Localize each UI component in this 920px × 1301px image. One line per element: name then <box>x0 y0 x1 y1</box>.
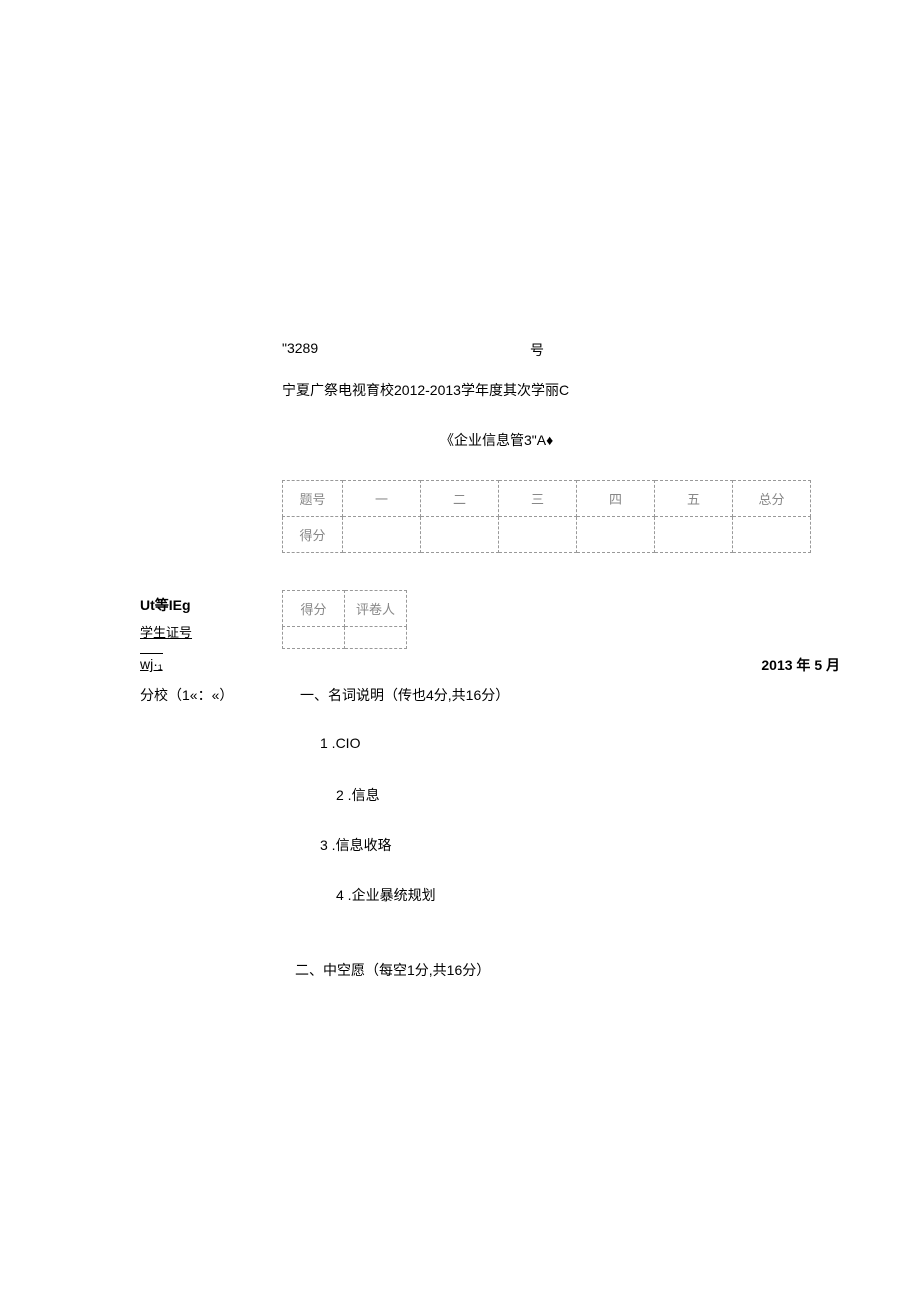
cell <box>283 627 345 649</box>
col-header: 总分 <box>733 481 811 517</box>
list-item: 4 .企业暴统规划 <box>336 885 436 905</box>
table-row <box>283 627 407 649</box>
sidebar-label: Ut等IEg <box>140 595 191 615</box>
exam-number: "3289 <box>282 340 318 356</box>
sidebar-label: wj·₁ <box>140 653 163 672</box>
list-item: 1 .CIO <box>320 735 360 751</box>
section-1-heading: 一、名词说明（传也4分,共16分） <box>300 685 509 705</box>
col-header: 四 <box>577 481 655 517</box>
col-header: 五 <box>655 481 733 517</box>
school-year-line: 宁夏广祭电视育校2012-2013学年度其次学丽C <box>282 380 569 400</box>
table-row: 得分 <box>283 517 811 553</box>
col-header: 二 <box>421 481 499 517</box>
cell <box>345 627 407 649</box>
col-header: 一 <box>343 481 421 517</box>
col-header: 三 <box>499 481 577 517</box>
grader-label: 评卷人 <box>345 591 407 627</box>
cell <box>421 517 499 553</box>
list-item: 3 .信息收珞 <box>320 835 392 855</box>
row-label: 得分 <box>283 517 343 553</box>
branch-label: 分校（1«：«） <box>140 685 233 705</box>
col-header: 题号 <box>283 481 343 517</box>
grader-table: 得分 评卷人 <box>282 590 407 649</box>
date-label: 2013 年 5 月 <box>761 655 840 675</box>
cell <box>733 517 811 553</box>
table-row: 得分 评卷人 <box>283 591 407 627</box>
cell <box>343 517 421 553</box>
table-header-row: 题号 一 二 三 四 五 总分 <box>283 481 811 517</box>
list-item: 2 .信息 <box>336 785 380 805</box>
score-label: 得分 <box>283 591 345 627</box>
section-2-heading: 二、中空愿（每空1分,共16分） <box>295 960 490 980</box>
exam-hao-label: 号 <box>530 340 544 360</box>
course-title: 《企业信息管3"A♦ <box>440 430 553 450</box>
cell <box>577 517 655 553</box>
cell <box>499 517 577 553</box>
score-summary-table: 题号 一 二 三 四 五 总分 得分 <box>282 480 811 553</box>
cell <box>655 517 733 553</box>
student-id-label: 学生证号 <box>140 622 192 641</box>
